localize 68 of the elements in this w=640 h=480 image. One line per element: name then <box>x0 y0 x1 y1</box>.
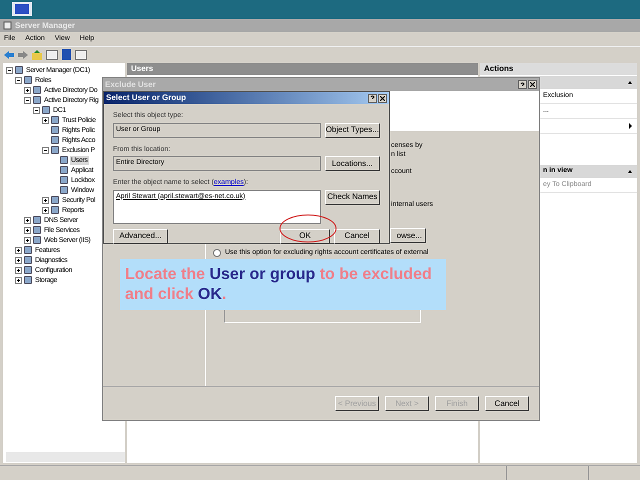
node-icon <box>51 146 59 154</box>
instruction-text: Locate the User or group to be excluded and click OK. <box>125 264 433 304</box>
node-icon <box>33 226 41 234</box>
node-icon <box>60 186 68 194</box>
expand-icon[interactable] <box>24 236 31 244</box>
collapse-arrow-icon[interactable] <box>628 170 632 173</box>
browse-button[interactable]: owse... <box>390 228 426 243</box>
help-button[interactable] <box>368 94 377 102</box>
dialog-title: Select User or Group <box>106 92 186 104</box>
horizontal-scrollbar[interactable] <box>6 452 125 462</box>
check-names-button[interactable]: Check Names <box>324 190 380 204</box>
collapse-icon[interactable] <box>42 146 49 154</box>
node-icon <box>24 266 32 274</box>
wizard-button[interactable]: Cancel <box>485 396 529 411</box>
expand-icon[interactable] <box>15 266 22 274</box>
object-types-button[interactable]: Object Types... <box>324 122 380 138</box>
node-icon <box>60 176 68 184</box>
node-icon <box>33 216 41 224</box>
collapse-arrow-icon[interactable] <box>628 81 632 84</box>
node-icon <box>60 166 68 174</box>
expand-icon[interactable] <box>15 256 22 264</box>
node-icon <box>24 246 32 254</box>
node-icon <box>51 136 59 144</box>
node-icon <box>33 236 41 244</box>
node-icon <box>24 76 32 84</box>
collapse-icon[interactable] <box>33 106 40 114</box>
node-icon <box>33 86 41 94</box>
question-mark-icon <box>370 95 375 101</box>
window-title: Server Manager <box>15 20 76 32</box>
node-icon <box>51 206 59 214</box>
node-icon <box>15 66 23 74</box>
collapse-icon[interactable] <box>6 66 13 74</box>
pane-icon[interactable] <box>75 50 87 60</box>
node-icon <box>51 126 59 134</box>
submenu-arrow-icon[interactable] <box>629 123 632 129</box>
close-icon <box>530 82 535 87</box>
advanced-button[interactable]: Advanced... <box>113 228 168 244</box>
node-icon <box>51 196 59 204</box>
node-icon <box>60 156 68 164</box>
expand-icon[interactable] <box>24 216 31 224</box>
collapse-icon[interactable] <box>15 76 22 84</box>
expand-icon[interactable] <box>42 116 49 124</box>
help-button[interactable] <box>518 80 527 89</box>
expand-icon[interactable] <box>42 206 49 214</box>
expand-icon[interactable] <box>15 246 22 254</box>
monitor-icon <box>10 1 34 19</box>
expand-icon[interactable] <box>15 276 22 284</box>
node-icon <box>24 256 32 264</box>
node-icon <box>51 116 59 124</box>
collapse-icon[interactable] <box>24 96 31 104</box>
folder-up-icon[interactable] <box>32 50 42 60</box>
close-button[interactable] <box>528 80 537 89</box>
pane-header: Users <box>127 63 478 75</box>
close-button[interactable] <box>378 94 387 102</box>
expand-icon[interactable] <box>24 86 31 94</box>
actions-title: Actions <box>480 63 637 75</box>
expand-icon[interactable] <box>42 196 49 204</box>
radio-button[interactable] <box>213 249 221 257</box>
locations-button[interactable]: Locations... <box>324 156 380 171</box>
node-icon <box>24 276 32 284</box>
question-mark-icon <box>520 82 525 88</box>
cancel-button[interactable]: Cancel <box>334 228 380 244</box>
node-icon <box>33 96 41 104</box>
back-icon[interactable] <box>4 50 14 58</box>
close-icon <box>380 96 385 100</box>
node-icon <box>42 106 50 114</box>
pane-icon[interactable] <box>46 50 58 60</box>
expand-icon[interactable] <box>24 226 31 234</box>
